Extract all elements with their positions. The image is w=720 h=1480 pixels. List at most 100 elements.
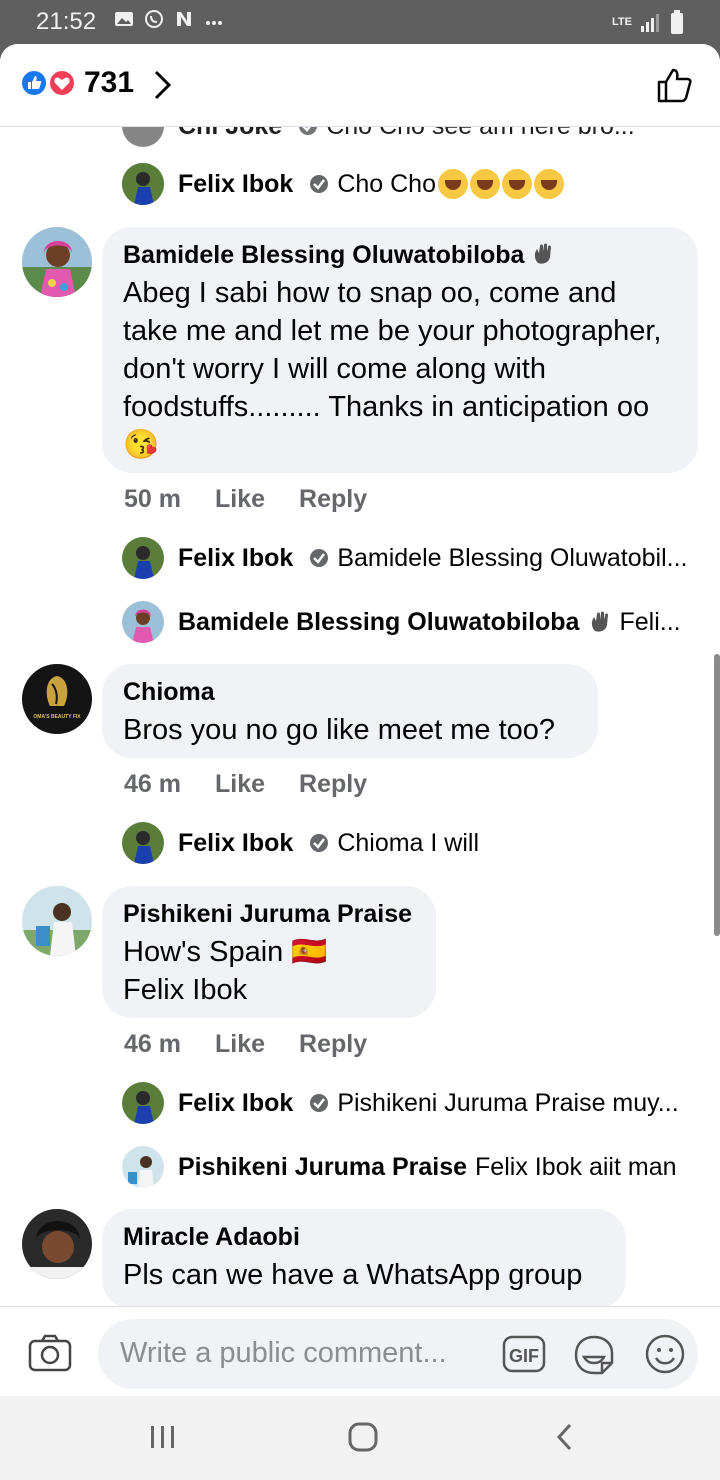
reply-text: Bamidele Blessing Oluwatobil... xyxy=(337,543,688,572)
comment-composer: Write a public comment... GIF xyxy=(0,1306,720,1396)
avatar xyxy=(122,163,164,205)
comment-time[interactable]: 46 m xyxy=(124,1030,181,1059)
n-app-icon xyxy=(177,12,191,26)
verified-badge-icon xyxy=(310,549,329,567)
avatar[interactable] xyxy=(22,664,92,734)
reply-author[interactable]: Bamidele Blessing Oluwatobiloba xyxy=(178,608,579,637)
avatar xyxy=(122,822,164,864)
reply-row[interactable]: Felix Ibok Bamidele Blessing Oluwatobil.… xyxy=(122,536,688,580)
reply-author[interactable]: Pishikeni Juruma Praise xyxy=(178,1153,467,1182)
comment-author[interactable]: Bamidele Blessing Oluwatobiloba xyxy=(123,241,524,270)
comments-feed: Chi Joke Cho Cho see am here bro... Feli… xyxy=(0,126,720,1306)
reply-row[interactable]: Felix Ibok Pishikeni Juruma Praise muy..… xyxy=(122,1081,688,1125)
status-system-icons: LTE xyxy=(612,10,684,34)
reply-row[interactable]: Bamidele Blessing Oluwatobiloba Feli... xyxy=(122,600,688,644)
verified-badge-icon xyxy=(310,1094,329,1112)
emoji-icon[interactable] xyxy=(644,1333,686,1375)
comment-bubble: Pishikeni Juruma Praise How's Spain 🇪🇸 F… xyxy=(102,886,436,1018)
like-button[interactable]: Like xyxy=(215,1030,265,1059)
comment-bubble: Bamidele Blessing Oluwatobiloba Abeg I s… xyxy=(102,227,698,473)
gif-button-icon[interactable]: GIF xyxy=(502,1335,546,1373)
avatar[interactable] xyxy=(22,886,92,956)
gif-label: GIF xyxy=(509,1346,539,1366)
lte-icon: LTE xyxy=(612,15,632,28)
scrollbar[interactable] xyxy=(714,654,720,936)
reply-author[interactable]: Chi Joke xyxy=(178,126,282,141)
reply-author[interactable]: Felix Ibok xyxy=(178,1089,293,1118)
reply-text: Cho Cho see am here bro... xyxy=(326,126,635,141)
avatar xyxy=(122,601,164,643)
comment-actions: 50 m Like Reply xyxy=(124,485,367,514)
comment-text: Bros you no go like meet me too? xyxy=(123,714,556,746)
comment-text: Abeg I sabi how to snap oo, come and tak… xyxy=(123,277,662,461)
thumbs-up-outline-icon[interactable] xyxy=(656,66,694,104)
comment-time[interactable]: 50 m xyxy=(124,485,181,514)
reply-text: Felix Ibok aiit man xyxy=(475,1152,677,1181)
comment-bubble: Chioma Bros you no go like meet me too? xyxy=(102,664,598,758)
comment-input[interactable]: Write a public comment... GIF xyxy=(98,1319,698,1389)
camera-icon[interactable] xyxy=(28,1333,72,1373)
comment-placeholder: Write a public comment... xyxy=(120,1337,447,1369)
verified-badge-icon xyxy=(310,175,329,193)
gallery-icon xyxy=(115,12,133,26)
avatar[interactable] xyxy=(22,227,92,297)
comments-sheet: 731 Chi Joke Cho Cho see am here bro... … xyxy=(0,44,720,1396)
reply-row[interactable]: Pishikeni Juruma Praise Felix Ibok aiit … xyxy=(122,1145,688,1189)
avatar xyxy=(122,126,164,147)
reply-row[interactable]: Felix Ibok Chioma I will xyxy=(122,821,688,865)
status-notification-icons xyxy=(114,9,224,29)
comment-author[interactable]: Pishikeni Juruma Praise xyxy=(123,900,412,929)
avatar-text: OMA'S BEAUTY FIX xyxy=(33,714,81,720)
status-time: 21:52 xyxy=(36,8,97,35)
verified-badge-icon xyxy=(310,834,329,852)
reply-text: Cho Cho xyxy=(337,169,436,198)
waving-hand-icon xyxy=(534,243,551,264)
reaction-icons[interactable] xyxy=(20,68,78,98)
comment-author[interactable]: Miracle Adaobi xyxy=(123,1223,300,1252)
comment-text: Pls can we have a WhatsApp group xyxy=(123,1259,583,1291)
reply-text: Feli... xyxy=(619,607,681,636)
chevron-right-icon[interactable] xyxy=(150,68,174,102)
reply-button[interactable]: Reply xyxy=(299,1030,367,1059)
back-icon[interactable] xyxy=(552,1420,578,1454)
like-button[interactable]: Like xyxy=(215,770,265,799)
avatar xyxy=(122,1146,164,1188)
battery-icon xyxy=(671,10,683,34)
laughing-emoji-icon xyxy=(533,169,564,199)
more-dots-icon xyxy=(206,21,222,25)
reply-button[interactable]: Reply xyxy=(299,485,367,514)
comment-author[interactable]: Chioma xyxy=(123,678,215,707)
reply-text: Chioma I will xyxy=(337,828,480,857)
rofl-emoji-icon xyxy=(501,169,532,199)
like-button[interactable]: Like xyxy=(215,485,265,514)
reply-author[interactable]: Felix Ibok xyxy=(178,170,293,199)
recents-icon[interactable] xyxy=(148,1422,178,1452)
grinning-sweat-emoji-icon xyxy=(469,169,500,199)
reactions-header: 731 xyxy=(0,44,720,127)
system-navigation-bar xyxy=(0,1396,720,1480)
reaction-count[interactable]: 731 xyxy=(84,66,134,100)
comment-actions: 46 m Like Reply xyxy=(124,1030,367,1059)
comment-time[interactable]: 46 m xyxy=(124,770,181,799)
comment-bubble: Miracle Adaobi Pls can we have a WhatsAp… xyxy=(102,1209,626,1306)
reply-text: Pishikeni Juruma Praise muy... xyxy=(337,1088,679,1117)
home-icon[interactable] xyxy=(346,1420,380,1454)
comment-tag-link[interactable]: Felix Ibok xyxy=(123,971,423,1009)
reply-row[interactable]: Chi Joke Cho Cho see am here bro... xyxy=(122,126,635,148)
waving-hand-icon xyxy=(592,611,609,632)
verified-badge-icon xyxy=(299,126,318,135)
sticker-icon[interactable] xyxy=(572,1333,616,1377)
reply-author[interactable]: Felix Ibok xyxy=(178,829,293,858)
reply-row[interactable]: Felix Ibok Cho Cho xyxy=(122,162,564,206)
avatar[interactable] xyxy=(22,1209,92,1279)
avatar xyxy=(122,1082,164,1124)
avatar xyxy=(122,537,164,579)
status-bar: 21:52 LTE xyxy=(0,0,720,44)
reply-button[interactable]: Reply xyxy=(299,770,367,799)
comment-actions: 46 m Like Reply xyxy=(124,770,367,799)
laughing-emoji-icon xyxy=(437,169,468,199)
reply-author[interactable]: Felix Ibok xyxy=(178,544,293,573)
signal-icon xyxy=(641,14,659,32)
comment-text-line: How's Spain 🇪🇸 xyxy=(123,936,328,968)
whatsapp-icon xyxy=(145,10,163,28)
